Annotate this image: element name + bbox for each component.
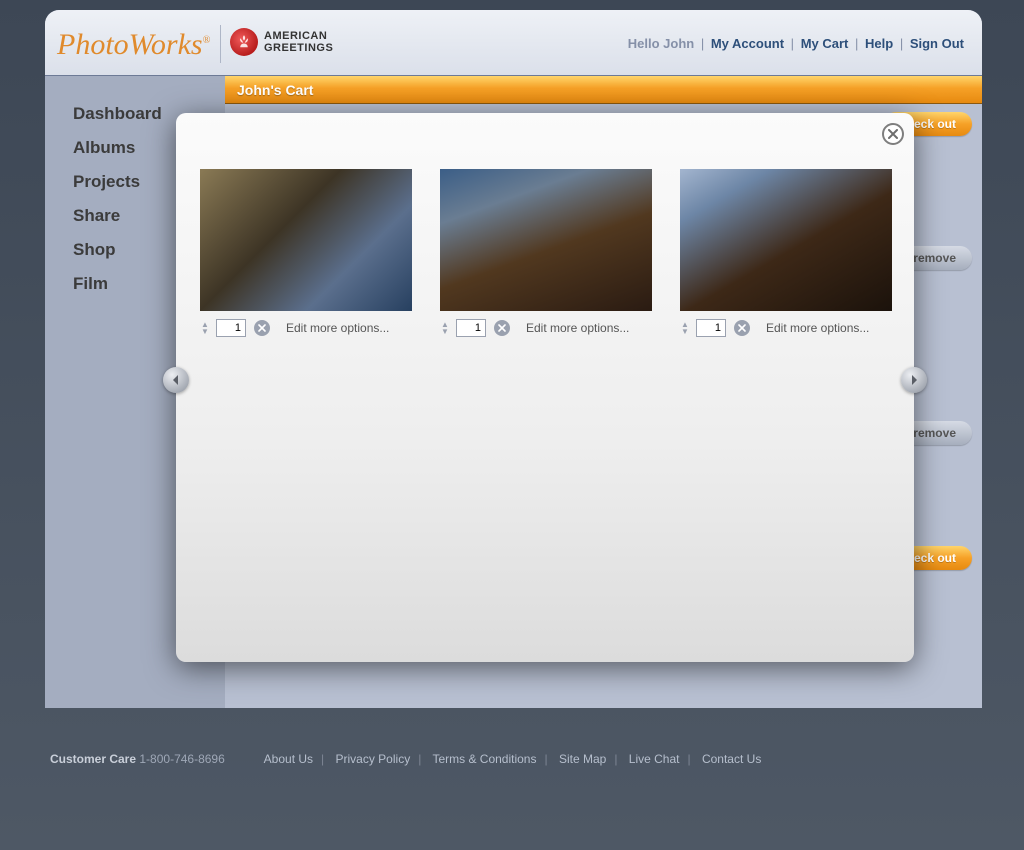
sign-out-link[interactable]: Sign Out [910,36,964,51]
edit-more-link[interactable]: Edit more options... [526,321,629,335]
footer-about-link[interactable]: About Us [264,752,313,766]
edit-more-link[interactable]: Edit more options... [766,321,869,335]
cart-title-bar: John's Cart [225,76,982,104]
chevron-right-icon [909,375,919,385]
x-icon [258,324,266,332]
close-icon [888,129,898,139]
partner-line2: GREETINGS [264,42,333,54]
delete-photo-button[interactable] [254,320,270,336]
photo-card: ▲ ▼ Edit more options... [200,169,412,337]
carousel-next-button[interactable] [901,367,927,393]
rose-icon [230,28,258,56]
footer-contact-link[interactable]: Contact Us [702,752,761,766]
qty-input[interactable] [216,319,246,337]
photo-image [440,169,652,311]
photo-selector-modal: ▲ ▼ Edit more options... ▲ ▼ [176,113,914,662]
logo-text: PhotoWorks [57,28,203,61]
care-phone: 1-800-746-8696 [139,752,224,766]
card-controls: ▲ ▼ Edit more options... [200,319,412,337]
chevron-left-icon [171,375,181,385]
customer-care: Customer Care 1-800-746-8696 [50,752,225,766]
photo-thumbnail[interactable] [440,169,652,311]
photoworks-logo: PhotoWorks® [57,28,210,62]
qty-input[interactable] [456,319,486,337]
photo-image [680,169,892,311]
american-greetings-logo: AMERICAN GREETINGS [230,28,333,56]
footer: Customer Care 1-800-746-8696 About Us| P… [50,752,975,766]
photo-thumbnail[interactable] [680,169,892,311]
footer-livechat-link[interactable]: Live Chat [629,752,680,766]
footer-sitemap-link[interactable]: Site Map [559,752,606,766]
partner-line1: AMERICAN [264,30,333,42]
top-links: Hello John | My Account | My Cart | Help… [628,36,964,51]
x-icon [738,324,746,332]
my-cart-link[interactable]: My Cart [801,36,849,51]
photo-thumbnail[interactable] [200,169,412,311]
cart-title: John's Cart [237,82,313,98]
x-icon [498,324,506,332]
photo-image [200,169,412,311]
logo-divider [220,25,221,63]
qty-down-button[interactable]: ▼ [200,328,210,335]
quantity-stepper: ▲ ▼ [200,321,210,335]
modal-close-button[interactable] [882,123,904,145]
hello-text: Hello John [628,36,694,51]
footer-links: About Us| Privacy Policy| Terms & Condit… [264,752,762,766]
qty-down-button[interactable]: ▼ [440,328,450,335]
logo-trademark: ® [203,35,211,46]
footer-privacy-link[interactable]: Privacy Policy [336,752,411,766]
qty-input[interactable] [696,319,726,337]
help-link[interactable]: Help [865,36,893,51]
my-account-link[interactable]: My Account [711,36,784,51]
quantity-stepper: ▲ ▼ [440,321,450,335]
footer-terms-link[interactable]: Terms & Conditions [432,752,536,766]
delete-photo-button[interactable] [734,320,750,336]
photo-card: ▲ ▼ Edit more options... [680,169,892,337]
edit-more-link[interactable]: Edit more options... [286,321,389,335]
care-label: Customer Care [50,752,136,766]
card-controls: ▲ ▼ Edit more options... [680,319,892,337]
delete-photo-button[interactable] [494,320,510,336]
header: PhotoWorks® AMERICAN GREETINGS Hello Joh… [45,10,982,76]
quantity-stepper: ▲ ▼ [680,321,690,335]
photo-card: ▲ ▼ Edit more options... [440,169,652,337]
qty-down-button[interactable]: ▼ [680,328,690,335]
carousel-prev-button[interactable] [163,367,189,393]
modal-content: ▲ ▼ Edit more options... ▲ ▼ [176,113,914,357]
card-controls: ▲ ▼ Edit more options... [440,319,652,337]
